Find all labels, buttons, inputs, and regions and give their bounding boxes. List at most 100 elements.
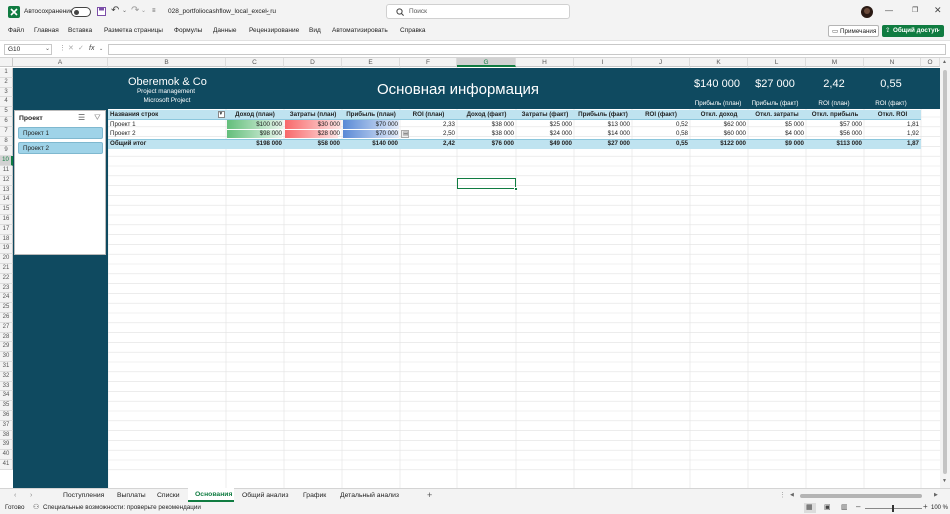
pivot-column-header[interactable]: Затраты (план) [284,110,342,120]
scroll-up-icon[interactable]: ▲ [942,60,947,65]
selected-cell-highlight[interactable] [457,178,518,191]
row-header-24[interactable]: 24 [0,293,13,304]
redo-icon[interactable]: ↷ [131,6,139,16]
row-header-1[interactable]: 1 [0,68,13,78]
pivot-value-cell[interactable]: $14 000 [574,129,632,139]
filename-chevron-down-icon[interactable]: ⌄ [265,8,270,14]
scroll-down-icon[interactable]: ▼ [942,479,947,484]
column-header-o[interactable]: O [921,58,940,67]
row-header-37[interactable]: 37 [0,420,13,431]
menu-formulas[interactable]: Формулы [174,27,202,35]
pivot-column-header[interactable]: Доход (план) [226,110,284,120]
vertical-scrollbar[interactable]: ▲ ▼ [940,58,950,488]
avatar[interactable] [861,6,873,18]
column-header-g[interactable]: G [457,58,516,67]
row-header-33[interactable]: 33 [0,381,13,392]
pivot-value-cell[interactable]: $57 000 [806,120,864,130]
column-header-k[interactable]: K [690,58,748,67]
restore-icon[interactable]: ❐ [912,7,918,14]
pivot-value-cell[interactable]: $13 000 [574,120,632,130]
pivot-value-cell[interactable]: $56 000 [806,129,864,139]
pivot-value-cell[interactable]: 0,52 [632,120,690,130]
row-header-8[interactable]: 8 [0,136,13,147]
pivot-column-header[interactable]: Названия строк [108,110,226,120]
pivot-row-label[interactable]: Проект 1 [108,120,226,130]
pivot-total-cell[interactable]: $9 000 [748,139,806,149]
next-sheet-icon[interactable]: › [30,492,32,499]
pivot-column-header[interactable]: Откл. доход [690,110,748,120]
formula-input[interactable] [108,44,946,55]
column-header-d[interactable]: D [284,58,342,67]
row-header-7[interactable]: 7 [0,126,13,137]
tab-lists[interactable]: Списки [157,492,180,500]
pivot-value-cell[interactable]: $28 000 [284,129,342,139]
column-header-f[interactable]: F [400,58,457,67]
row-header-29[interactable]: 29 [0,342,13,353]
slicer-item-project-2[interactable]: Проект 2 [18,142,103,154]
row-header-20[interactable]: 20 [0,254,13,264]
pivot-column-header[interactable]: Откл. прибыль [806,110,864,120]
menu-home[interactable]: Главная [34,27,59,35]
file-name[interactable]: 028_portfoliocashflow_local_excel_ru [168,8,276,16]
pivot-total-cell[interactable]: $140 000 [342,139,400,149]
close-icon[interactable]: ✕ [934,6,942,15]
page-break-view-icon[interactable]: ▥ [841,504,848,511]
row-header-41[interactable]: 41 [0,460,13,470]
column-header-c[interactable]: C [226,58,284,67]
horizontal-scrollbar[interactable]: ◀ ▶ [790,492,940,500]
pivot-value-cell[interactable]: 1,81 [864,120,921,130]
row-header-18[interactable]: 18 [0,234,13,245]
pivot-value-cell[interactable]: $62 000 [690,120,748,130]
row-header-30[interactable]: 30 [0,352,13,362]
tab-general-analysis[interactable]: Общий анализ [242,492,288,500]
tabs-splitter-icon[interactable]: ⋮ [779,492,786,499]
page-layout-view-icon[interactable]: ▣ [824,504,831,511]
save-icon[interactable] [97,7,106,16]
pivot-value-cell[interactable]: 1,92 [864,129,921,139]
pivot-value-cell[interactable]: $70 000 [342,129,400,139]
pivot-column-header[interactable]: Прибыль (факт) [574,110,632,120]
pivot-row-label[interactable]: Проект 2 [108,129,226,139]
pivot-value-cell[interactable]: $70 000 [342,120,400,130]
menu-view[interactable]: Вид [309,27,321,35]
column-header-e[interactable]: E [342,58,400,67]
pivot-total-cell[interactable]: 1,87 [864,139,921,149]
scroll-right-icon[interactable]: ▶ [934,493,938,498]
row-header-10[interactable]: 10 [0,156,13,166]
pivot-column-header[interactable]: ROI (план) [400,110,457,120]
row-header-2[interactable]: 2 [0,77,13,88]
row-header-9[interactable]: 9 [0,146,13,157]
menu-data[interactable]: Данные [213,27,236,35]
pivot-value-cell[interactable]: $38 000 [457,120,516,130]
pivot-total-cell[interactable]: $198 000 [226,139,284,149]
pivot-total-cell[interactable]: 0,55 [632,139,690,149]
row-header-4[interactable]: 4 [0,97,13,108]
menu-file[interactable]: Файл [8,27,24,35]
pivot-value-cell[interactable]: 2,33 [400,120,457,130]
pivot-value-cell[interactable]: $60 000 [690,129,748,139]
pivot-total-label[interactable]: Общий итог [108,139,226,149]
accessibility-icon[interactable]: ⚇ [33,504,39,511]
pivot-value-cell[interactable]: $100 000 [226,120,284,130]
row-header-11[interactable]: 11 [0,166,13,176]
pivot-value-cell[interactable]: $38 000 [457,129,516,139]
row-header-26[interactable]: 26 [0,313,13,323]
pivot-total-cell[interactable]: $49 000 [516,139,574,149]
quick-analysis-button[interactable]: ▤ [401,130,409,138]
row-header-28[interactable]: 28 [0,332,13,343]
minimize-icon[interactable]: — [885,7,893,15]
menu-help[interactable]: Справка [400,27,426,35]
pivot-value-cell[interactable]: $25 000 [516,120,574,130]
pivot-column-header[interactable]: ROI (факт) [632,110,690,120]
pivot-column-header[interactable]: Затраты (факт) [516,110,574,120]
row-header-36[interactable]: 36 [0,411,13,421]
row-header-34[interactable]: 34 [0,391,13,402]
project-slicer[interactable]: Проект ☰ ⛛ Проект 1 Проект 2 [14,110,106,255]
insert-function-icon[interactable]: fx [89,45,94,52]
pivot-total-cell[interactable]: $76 000 [457,139,516,149]
zoom-out-icon[interactable]: – [856,503,860,511]
pivot-column-header[interactable]: Откл. затраты [748,110,806,120]
row-header-3[interactable]: 3 [0,87,13,98]
slicer-item-project-1[interactable]: Проект 1 [18,127,103,139]
row-header-15[interactable]: 15 [0,205,13,215]
